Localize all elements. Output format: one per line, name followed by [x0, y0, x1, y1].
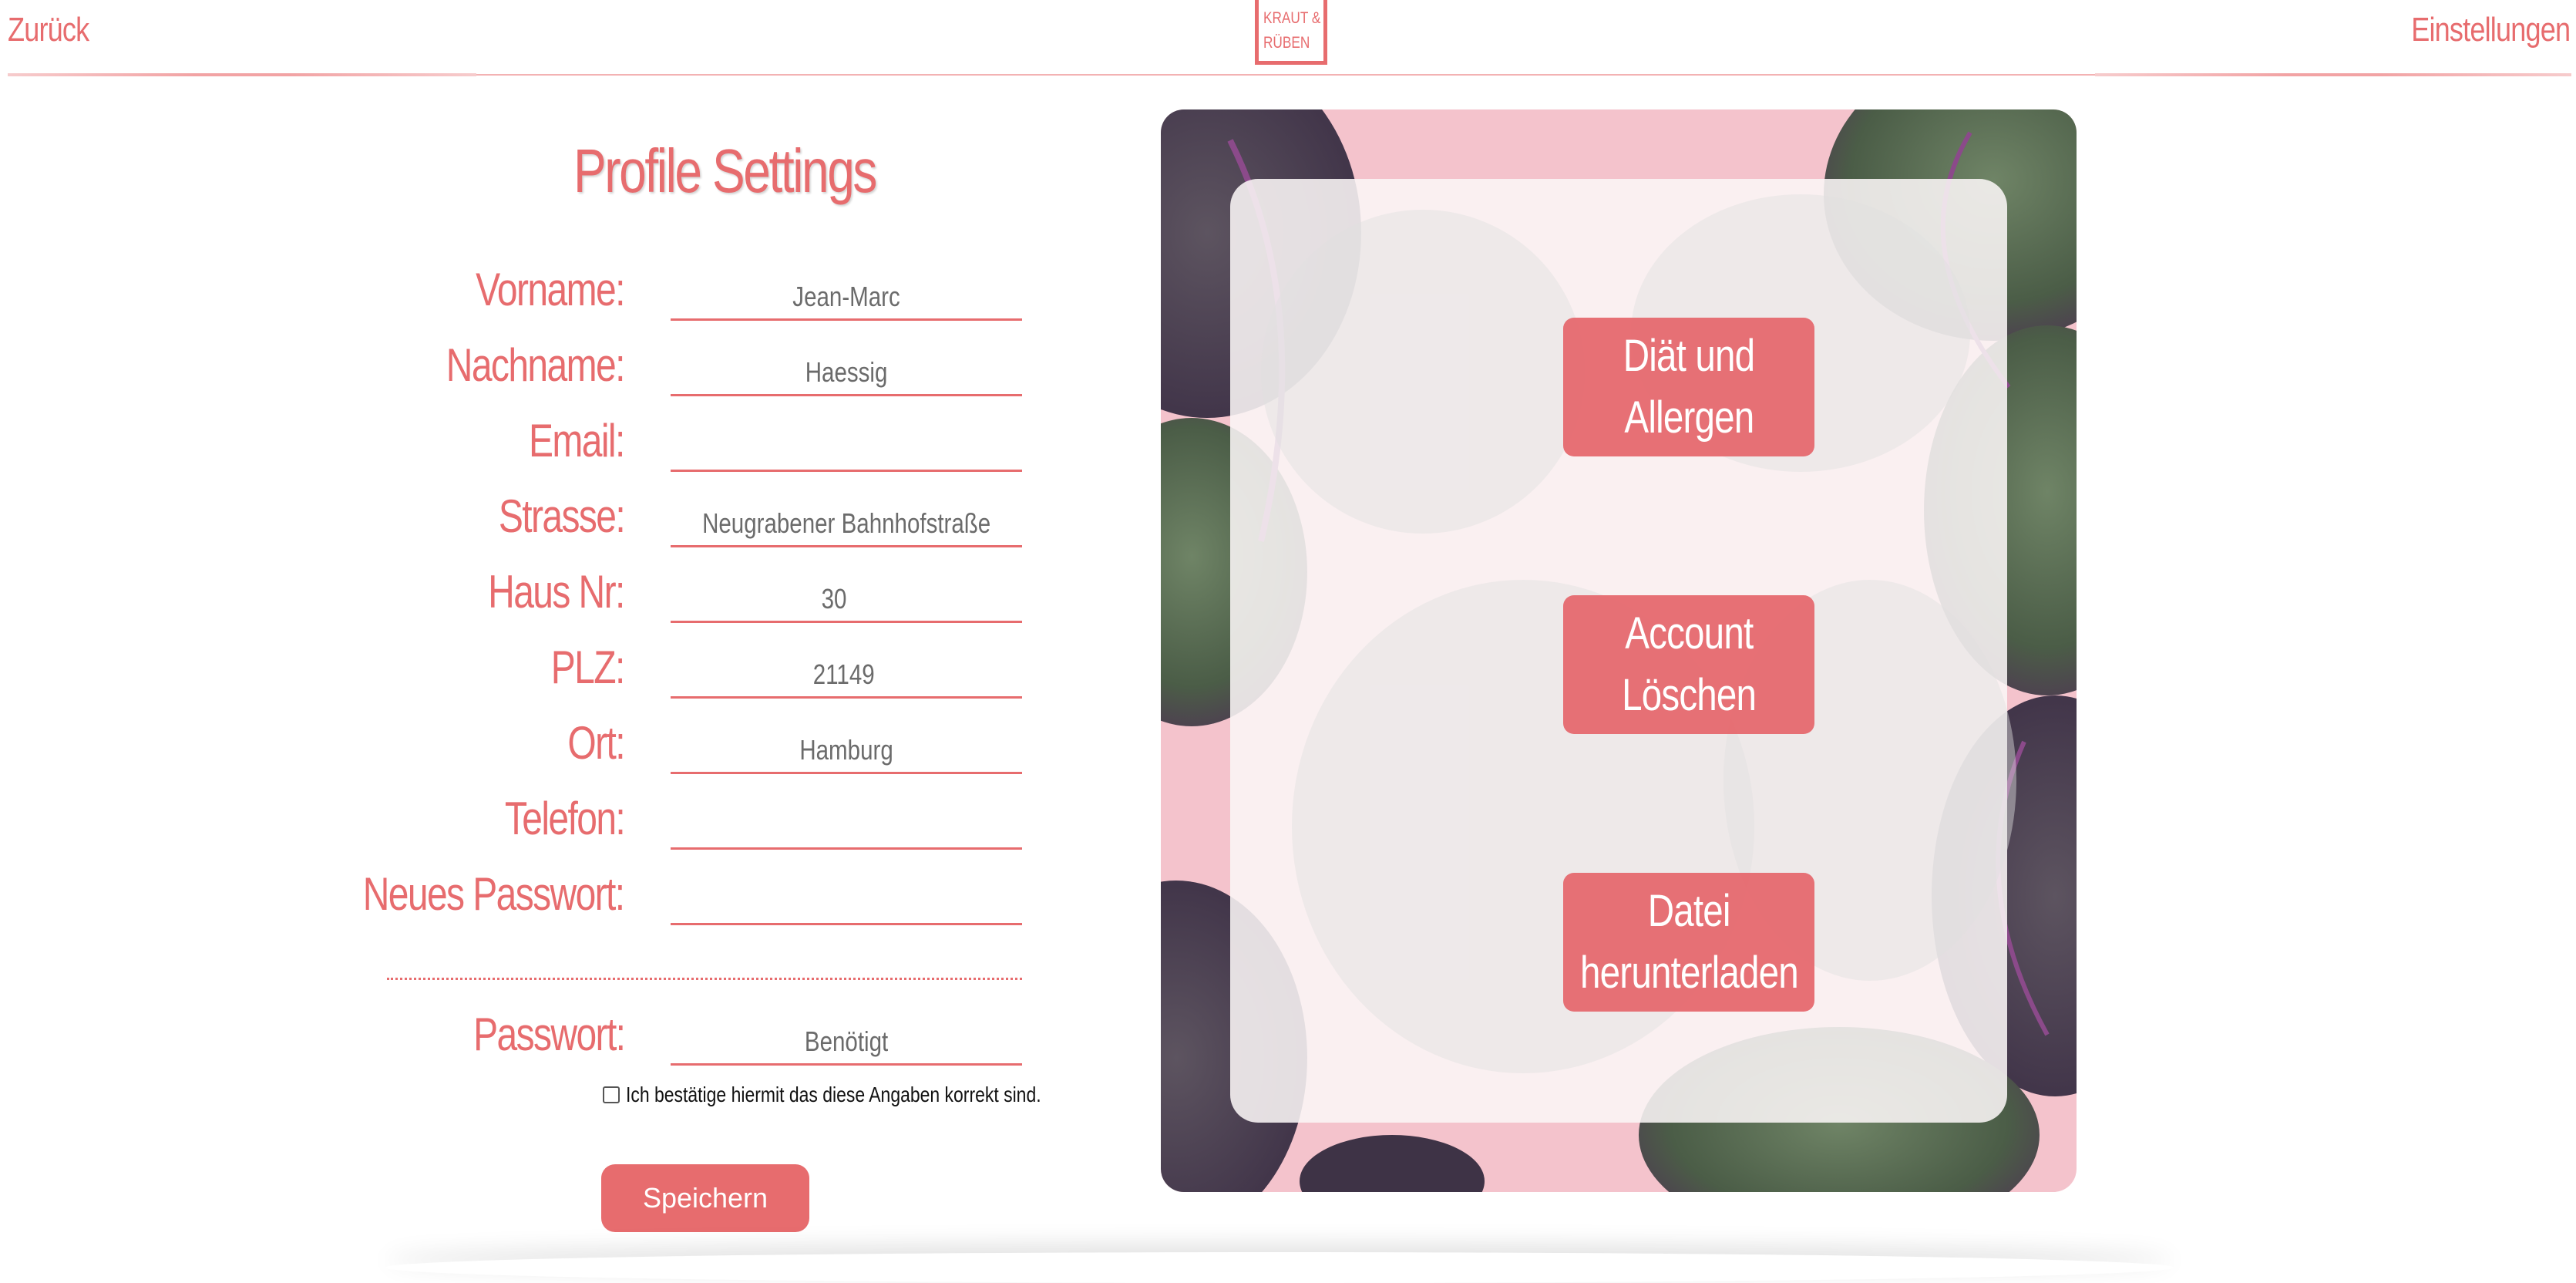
confirm-label: Ich bestätige hiermit das diese Angaben … [626, 1083, 1041, 1106]
vorname-input[interactable]: Jean-Marc [671, 278, 1022, 321]
password-input[interactable]: Benötigt [671, 1022, 1022, 1066]
header-divider-right [2095, 73, 2571, 76]
button-line: herunterladen [1579, 948, 1799, 998]
header-divider-left [8, 73, 476, 76]
field-value: Neugrabener Bahnhofstraße [702, 507, 991, 539]
field-label: PLZ: [551, 642, 626, 693]
leaf-shadow [1261, 210, 1585, 534]
footer-shadow [385, 1252, 2174, 1283]
confirm-checkbox[interactable] [603, 1086, 620, 1103]
logo-line-1: KRAUT & [1263, 9, 1321, 27]
field-row-passwort: Passwort: Benötigt [324, 1009, 1033, 1066]
hausnr-input[interactable]: 30 [671, 580, 1022, 623]
diet-allergen-button[interactable]: Diät und Allergen [1563, 318, 1814, 456]
button-line: Datei [1647, 886, 1731, 936]
actions-panel: Diät und Allergen Account Löschen Datei … [1161, 109, 2077, 1192]
new-password-input[interactable] [671, 882, 1022, 925]
form-divider [387, 978, 1022, 980]
field-row-plz: PLZ: 21149 [324, 642, 1033, 699]
field-label: Nachname: [446, 339, 626, 391]
field-value: 21149 [812, 658, 875, 690]
field-row-email: Email: [324, 415, 1033, 472]
field-row-hausnr: Haus Nr: 30 [324, 566, 1033, 623]
field-row-vorname: Vorname: Jean-Marc [324, 264, 1033, 321]
top-bar: Zurück KRAUT & RÜBEN Einstellungen [0, 0, 2576, 76]
strasse-input[interactable]: Neugrabener Bahnhofstraße [671, 504, 1022, 547]
telefon-input[interactable] [671, 807, 1022, 850]
settings-link[interactable]: Einstellungen [2411, 11, 2571, 49]
field-value: Haessig [805, 356, 888, 388]
email-input[interactable] [671, 429, 1022, 472]
plz-input[interactable]: 21149 [671, 655, 1022, 699]
field-label: Ort: [567, 717, 625, 769]
delete-account-button[interactable]: Account Löschen [1563, 595, 1814, 734]
field-label: Telefon: [504, 793, 626, 844]
save-button[interactable]: Speichern [601, 1164, 809, 1232]
field-row-strasse: Strasse: Neugrabener Bahnhofstraße [324, 490, 1033, 547]
field-row-neues-passwort: Neues Passwort: [324, 868, 1033, 925]
header-divider-center [476, 74, 2095, 76]
logo-line-2: RÜBEN [1263, 34, 1310, 52]
button-line: Diät und [1623, 331, 1755, 381]
button-line: Account [1624, 608, 1754, 658]
field-label: Strasse: [498, 490, 626, 542]
field-row-ort: Ort: Hamburg [324, 717, 1033, 774]
confirm-row: Ich bestätige hiermit das diese Angaben … [603, 1083, 1132, 1107]
field-label: Haus Nr: [488, 566, 625, 618]
field-row-telefon: Telefon: [324, 793, 1033, 850]
password-placeholder: Benötigt [804, 1025, 889, 1057]
back-link[interactable]: Zurück [8, 11, 89, 49]
field-label: Vorname: [476, 264, 625, 315]
logo[interactable]: KRAUT & RÜBEN [1255, 0, 1327, 65]
nachname-input[interactable]: Haessig [671, 353, 1022, 396]
actions-card: Diät und Allergen Account Löschen Datei … [1230, 179, 2016, 1123]
field-value: Jean-Marc [792, 281, 900, 312]
field-label: Passwort: [472, 1009, 626, 1060]
download-file-button[interactable]: Datei herunterladen [1563, 873, 1814, 1012]
field-value: 30 [821, 583, 847, 615]
field-value: Hamburg [799, 734, 893, 766]
button-line: Allergen [1624, 392, 1754, 443]
page-title: Profile Settings [573, 136, 877, 205]
field-row-nachname: Nachname: Haessig [324, 339, 1033, 396]
button-line: Löschen [1621, 670, 1757, 720]
field-label: Neues Passwort: [363, 868, 625, 920]
field-label: Email: [529, 415, 625, 466]
ort-input[interactable]: Hamburg [671, 731, 1022, 774]
